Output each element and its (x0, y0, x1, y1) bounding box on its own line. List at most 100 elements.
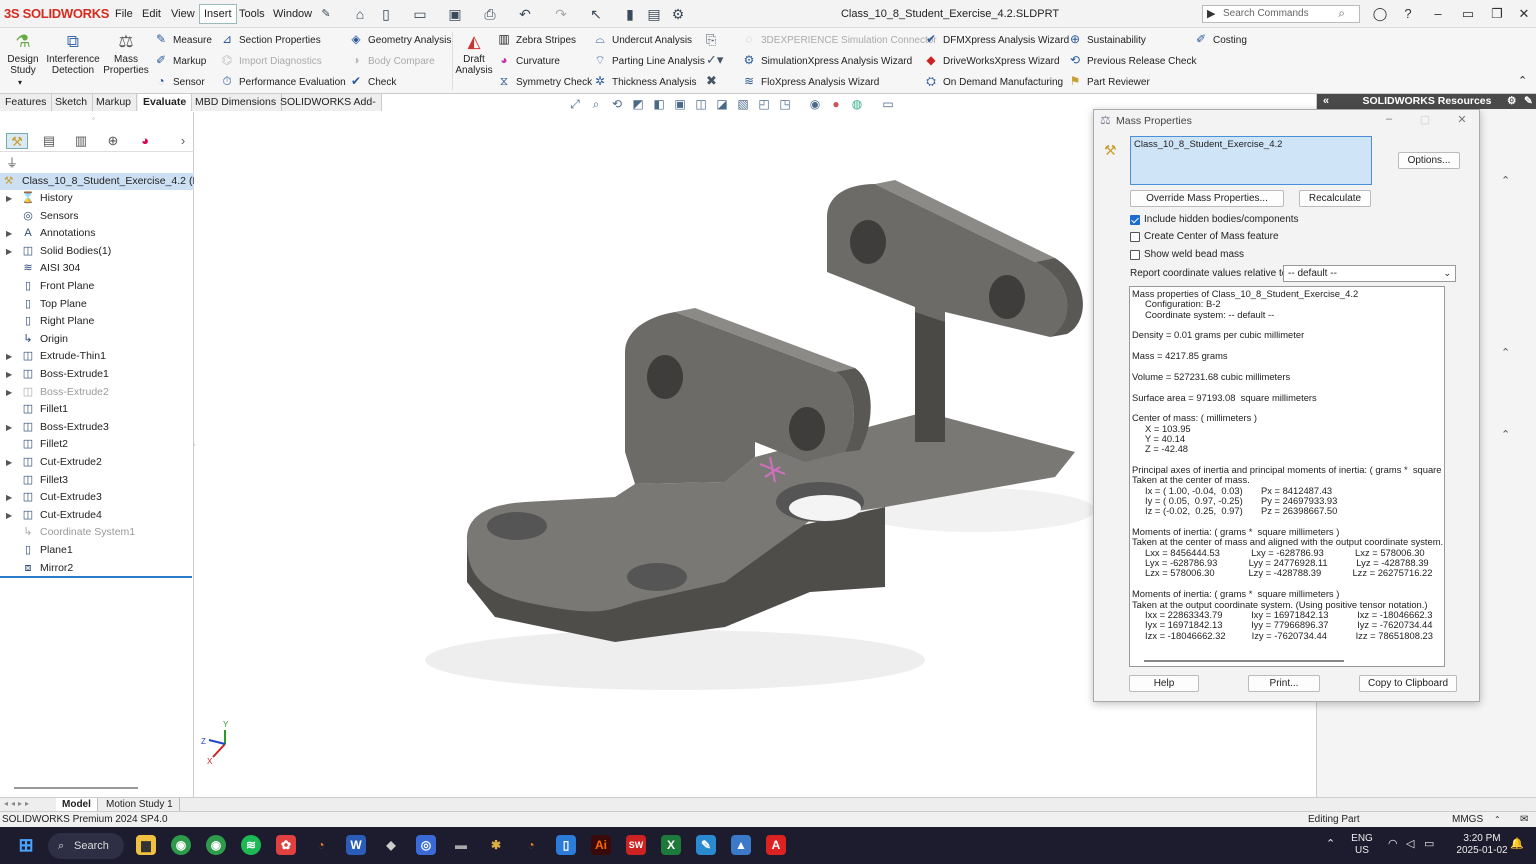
copy-to-clipboard-button[interactable]: Copy to Clipboard (1359, 675, 1457, 692)
print-button[interactable]: Print... (1248, 675, 1320, 692)
display-style-icon[interactable]: ▣ (672, 96, 688, 112)
top-view-icon[interactable]: ◪ (714, 96, 730, 112)
rollback-bar[interactable] (0, 576, 192, 578)
design-study-button[interactable]: ⚗ Design Study (4, 32, 42, 76)
undo-icon[interactable]: ↶ (517, 6, 533, 22)
tree-item-fillet1[interactable]: ◫ Fillet1 (0, 401, 194, 418)
draft-analysis-button[interactable]: ◭ Draft Analysis (455, 32, 493, 76)
section-collapse-icon[interactable]: ⌃ (1501, 174, 1510, 187)
app-icon-3[interactable]: ◎ (416, 835, 436, 855)
dialog-maximize-icon[interactable]: ▢ (1418, 113, 1432, 126)
excel-icon[interactable]: X (661, 835, 681, 855)
previous-view-icon[interactable]: ⟲ (609, 96, 625, 112)
chrome-icon[interactable]: ◉ (171, 835, 191, 855)
part-reviewer-button[interactable]: ⚑ Part Reviewer (1067, 73, 1150, 89)
collapse-ribbon-icon[interactable]: ⌃ (1518, 74, 1527, 87)
language-indicator[interactable]: ENG US (1346, 833, 1378, 857)
thickness-analysis-button[interactable]: ✲ Thickness Analysis (592, 73, 697, 89)
file-properties-icon[interactable]: ▤ (646, 6, 662, 22)
expand-arrow-icon[interactable]: ▶ (6, 243, 12, 260)
configurationmanager-icon[interactable]: ▥ (70, 133, 92, 149)
solidworks-taskbar-icon[interactable]: SW (626, 835, 646, 855)
right-view-icon[interactable]: ▧ (735, 96, 751, 112)
volume-icon[interactable]: ◁ (1406, 838, 1414, 850)
parting-line-analysis-button[interactable]: ⌔ Parting Line Analysis (592, 52, 704, 68)
help-icon[interactable]: ? (1400, 6, 1416, 21)
expand-arrow-icon[interactable]: ▶ (6, 507, 12, 524)
spotify-icon[interactable]: ≋ (241, 835, 261, 855)
include-hidden-checkbox[interactable]: Include hidden bodies/components (1130, 214, 1299, 228)
tree-item-boss-extrude1[interactable]: ▶ ◫ Boss-Extrude1 (0, 366, 194, 383)
dimxpertmanager-icon[interactable]: ⊕ (102, 133, 124, 149)
compare-documents-icon[interactable]: ⎘ (706, 32, 716, 48)
simulationxpress-button[interactable]: ⚙ SimulationXpress Analysis Wizard (741, 52, 913, 68)
help-button[interactable]: Help (1129, 675, 1199, 692)
illustrator-icon[interactable]: Ai (591, 835, 611, 855)
unit-system[interactable]: MMGS (1452, 812, 1483, 827)
more-tabs-chevron-icon[interactable]: › (172, 133, 194, 149)
interference-detection-button[interactable]: ⧉ Interference Detection (46, 32, 100, 76)
body-compare-button[interactable]: ◑ Body Compare (348, 52, 434, 68)
propertymanager-icon[interactable]: ▤ (38, 133, 60, 149)
tree-item-fillet3[interactable]: ◫ Fillet3 (0, 472, 194, 489)
shaded-with-edges-icon[interactable]: ◳ (777, 96, 793, 112)
coordinate-system-select[interactable]: -- default -- ⌄ (1283, 265, 1456, 282)
check-active-document-icon[interactable]: ✓▾ (706, 52, 723, 68)
menu-view[interactable]: View (171, 8, 195, 20)
notifications-icon[interactable]: 🔔 (1510, 838, 1524, 850)
edit-appearance-icon[interactable]: ● (828, 96, 844, 112)
tree-item-plane1[interactable]: ▯ Plane1 (0, 542, 194, 559)
section-collapse-icon-3[interactable]: ⌃ (1501, 428, 1510, 441)
curvature-button[interactable]: ◕ Curvature (496, 52, 560, 68)
hide-show-items-icon[interactable]: ◉ (807, 96, 823, 112)
home-icon[interactable]: ⌂ (352, 6, 368, 22)
file-explorer-icon[interactable]: ▆ (136, 835, 156, 855)
undercut-analysis-button[interactable]: ⌓ Undercut Analysis (592, 31, 692, 47)
chrome-profile-icon[interactable]: ◉ (206, 835, 226, 855)
new-document-icon[interactable]: ▯ (378, 6, 394, 22)
filter-icon[interactable]: ⏚ (6, 154, 18, 171)
tree-item-solid-bodies-1[interactable]: ▶ ◫ Solid Bodies(1) (0, 243, 194, 260)
symmetry-check-button[interactable]: ⧖ Symmetry Check (496, 73, 592, 89)
redo-icon[interactable]: ↷ (553, 6, 569, 22)
search-icon[interactable]: ⌕ (1338, 6, 1345, 21)
sustainability-button[interactable]: ⊕ Sustainability (1067, 31, 1146, 47)
3dexperience-simulation-connector-button[interactable]: ◌ 3DEXPERIENCE Simulation Connector (741, 31, 936, 47)
menu-edit[interactable]: Edit (142, 8, 161, 20)
tree-item-origin[interactable]: ↳ Origin (0, 331, 194, 348)
tab-solidworks-addins[interactable]: SOLIDWORKS Add-Ins (275, 94, 382, 125)
tree-item-boss-extrude2[interactable]: ▶ ◫ Boss-Extrude2 (0, 384, 194, 401)
tab-mbd-dimensions[interactable]: MBD Dimensions (190, 94, 283, 111)
minimize-icon[interactable]: – (1430, 6, 1446, 21)
view-settings-icon[interactable]: ▭ (880, 96, 896, 112)
expand-arrow-icon[interactable]: ▶ (6, 366, 12, 383)
options-gear-icon[interactable]: ⚙ (670, 6, 686, 22)
tree-item-cut-extrude2[interactable]: ▶ ◫ Cut-Extrude2 (0, 454, 194, 471)
zoom-to-fit-icon[interactable]: ⤢ (567, 96, 583, 112)
solidworks-logo[interactable]: 3S SOLIDWORKS (4, 6, 109, 21)
checkbox-unchecked[interactable] (1130, 232, 1140, 242)
clock[interactable]: 3:20 PM 2025-01-02 (1454, 833, 1510, 857)
tab-scroll-arrows-icon[interactable]: ◂◂▸▸ (4, 799, 32, 808)
geometry-analysis-button[interactable]: ◈ Geometry Analysis (348, 31, 451, 47)
tree-item-coordinate-system1[interactable]: ↳ Coordinate System1 (0, 524, 194, 541)
part-root-node[interactable]: ⚒ Class_10_8_Student_Exercise_4.2 (B-2) … (0, 173, 194, 190)
floxpress-button[interactable]: ≋ FloXpress Analysis Wizard (741, 73, 879, 89)
windows-start-icon[interactable]: ⊞ (16, 835, 36, 855)
battery-icon[interactable]: ▭ (1424, 838, 1434, 850)
checkbox-checked[interactable] (1130, 215, 1140, 225)
menu-tools[interactable]: Tools (239, 8, 265, 20)
section-properties-button[interactable]: ⊿ Section Properties (219, 31, 321, 47)
checkbox-unchecked[interactable] (1130, 250, 1140, 260)
expand-arrow-icon[interactable]: ▶ (6, 489, 12, 506)
search-scope-icon[interactable]: ▶ (1207, 7, 1215, 20)
dialog-minimize-icon[interactable]: – (1382, 113, 1396, 125)
featuremanager-tree-icon[interactable]: ⚒ (6, 133, 28, 149)
save-icon[interactable]: ▣ (447, 6, 463, 22)
units-chevron-icon[interactable]: ⌃ (1494, 812, 1501, 827)
check-button[interactable]: ✔ Check (348, 73, 396, 89)
blender-icon[interactable]: ◔ (311, 835, 331, 855)
traffic-light-icon[interactable]: ▮ (622, 6, 638, 22)
tree-item-history[interactable]: ▶ ⌛ History (0, 190, 194, 207)
expand-arrow-icon[interactable]: ▶ (6, 225, 12, 242)
